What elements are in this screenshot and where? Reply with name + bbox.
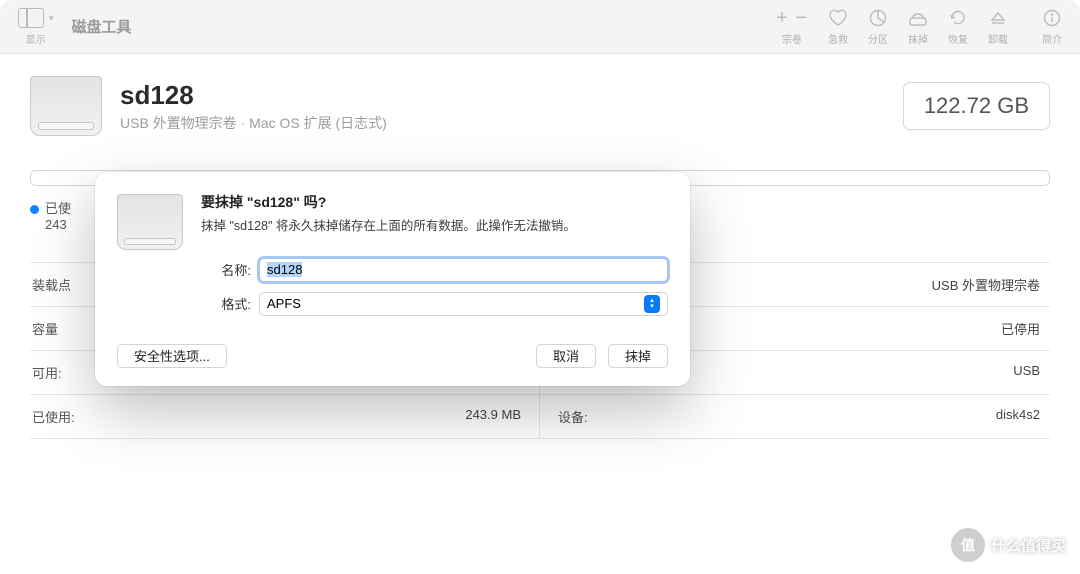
toolbar: ▾ 显示 磁盘工具 + − 宗卷 急救 分区 抹掉	[0, 0, 1080, 54]
view-switcher[interactable]: ▾ 显示	[18, 7, 54, 46]
firstaid-icon	[828, 8, 848, 28]
format-label: 格式:	[201, 294, 251, 313]
chevron-down-icon: ▾	[49, 13, 54, 24]
toolbar-info[interactable]: 简介	[1042, 8, 1062, 46]
dialog-title: 要抹掉 "sd128" 吗?	[201, 192, 668, 212]
partition-icon	[869, 8, 887, 28]
select-arrows-icon: ▴▾	[644, 295, 660, 313]
info-icon	[1043, 8, 1061, 28]
cancel-button[interactable]: 取消	[536, 344, 596, 368]
dialog-disk-icon	[117, 194, 183, 250]
toolbar-erase[interactable]: 抹掉	[908, 8, 928, 46]
erase-dialog: 要抹掉 "sd128" 吗? 抹掉 "sd128" 将永久抹掉储存在上面的所有数…	[95, 172, 690, 386]
name-input[interactable]	[259, 258, 668, 282]
format-value: APFS	[267, 296, 301, 311]
legend-dot	[30, 205, 39, 214]
watermark-text: 什么值得买	[991, 535, 1066, 556]
view-label: 显示	[26, 31, 46, 46]
format-select[interactable]: APFS ▴▾	[259, 292, 668, 316]
plus-minus-icon: + −	[776, 8, 808, 28]
sidebar-icon	[18, 8, 44, 28]
toolbar-partition[interactable]: 分区	[868, 8, 888, 46]
toolbar-restore[interactable]: 恢复	[948, 8, 968, 46]
watermark: 值 什么值得买	[951, 528, 1066, 562]
restore-icon	[949, 8, 967, 28]
erase-icon	[908, 8, 928, 28]
security-options-button[interactable]: 安全性选项...	[117, 344, 227, 368]
eject-icon	[990, 8, 1006, 28]
dialog-description: 抹掉 "sd128" 将永久抹掉储存在上面的所有数据。此操作无法撤销。	[201, 218, 668, 236]
toolbar-unmount[interactable]: 卸载	[988, 8, 1008, 46]
disk-name: sd128	[120, 80, 387, 111]
info-row: 已使用:243.9 MB	[30, 395, 540, 439]
name-label: 名称:	[201, 260, 251, 279]
toolbar-volume[interactable]: + − 宗卷	[776, 8, 808, 46]
toolbar-firstaid[interactable]: 急救	[828, 8, 848, 46]
capacity-box: 122.72 GB	[903, 82, 1050, 130]
disk-icon	[30, 76, 102, 136]
app-title: 磁盘工具	[72, 16, 132, 37]
erase-button[interactable]: 抹掉	[608, 344, 668, 368]
watermark-badge: 值	[951, 528, 985, 562]
disk-subtitle: USB 外置物理宗卷 · Mac OS 扩展 (日志式)	[120, 113, 387, 133]
info-row: 设备:disk4s2	[540, 395, 1050, 439]
